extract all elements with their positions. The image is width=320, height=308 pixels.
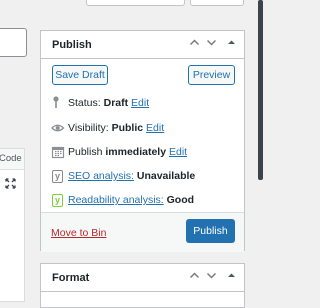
top-button-partial-2[interactable]	[190, 0, 244, 6]
title-input-partial[interactable]	[0, 28, 27, 57]
format-box: Format	[40, 263, 245, 308]
seo-text: SEO analysis: Unavailable	[68, 168, 195, 184]
editor-panel-partial	[0, 148, 25, 302]
status-label: Status:	[68, 97, 101, 109]
publish-box-title: Publish	[52, 39, 92, 51]
pin-icon	[51, 95, 65, 111]
visibility-text: Visibility: Public Edit	[68, 120, 164, 136]
readability-text: Readability analysis: Good	[68, 192, 194, 208]
expand-icon[interactable]	[5, 178, 16, 189]
yoast-seo-icon: y	[51, 168, 65, 184]
publish-date-value: immediately	[105, 146, 167, 158]
save-draft-label: Save Draft	[55, 69, 105, 81]
toggle-panel-icon[interactable]	[227, 37, 236, 51]
readability-value: Good	[166, 194, 195, 206]
publish-button[interactable]: Publish	[186, 219, 235, 243]
visibility-edit-link[interactable]: Edit	[146, 122, 164, 134]
seo-value: Unavailable	[136, 170, 196, 182]
publish-date-text: Publish immediately Edit	[68, 144, 187, 160]
format-box-header: Format	[41, 264, 244, 292]
publish-actions: Move to Bin Publish	[41, 212, 244, 252]
visibility-label: Visibility:	[68, 122, 109, 134]
eye-icon	[51, 120, 65, 136]
status-text: Status: Draft Edit	[68, 95, 149, 111]
seo-analysis-link[interactable]: SEO analysis:	[68, 170, 134, 182]
preview-label: Preview	[192, 69, 231, 81]
publish-date-edit-link[interactable]: Edit	[169, 146, 187, 158]
format-move-up-icon[interactable]	[189, 270, 200, 284]
code-tab[interactable]: Code	[0, 148, 25, 170]
status-edit-link[interactable]: Edit	[131, 97, 149, 109]
visibility-row: Visibility: Public Edit	[51, 120, 234, 136]
top-button-partial[interactable]	[86, 0, 185, 6]
format-move-down-icon[interactable]	[206, 270, 217, 284]
publish-box-header: Publish	[41, 31, 244, 59]
format-box-title: Format	[52, 272, 90, 284]
preview-button[interactable]: Preview	[188, 65, 235, 85]
readability-row: y Readability analysis: Good	[51, 192, 234, 208]
readability-analysis-link[interactable]: Readability analysis:	[68, 194, 164, 206]
scrollbar-thumb[interactable]	[258, 0, 263, 180]
publish-button-label: Publish	[193, 225, 228, 237]
publish-date-row: Publish immediately Edit	[51, 144, 234, 160]
seo-row: y SEO analysis: Unavailable	[51, 168, 234, 184]
visibility-value: Public	[111, 122, 144, 134]
publish-date-label: Publish	[68, 146, 103, 158]
move-down-icon[interactable]	[206, 37, 217, 51]
move-to-bin-link[interactable]: Move to Bin	[51, 227, 106, 239]
publish-box: Publish Save Draft Preview Status: Draft…	[40, 30, 245, 252]
code-tab-label: Code	[0, 153, 22, 164]
status-value: Draft	[103, 97, 129, 109]
status-row: Status: Draft Edit	[51, 95, 234, 111]
yoast-readability-icon: y	[51, 192, 65, 208]
format-toggle-panel-icon[interactable]	[227, 270, 236, 284]
move-up-icon[interactable]	[189, 37, 200, 51]
calendar-icon	[51, 144, 65, 160]
save-draft-button[interactable]: Save Draft	[52, 65, 108, 85]
